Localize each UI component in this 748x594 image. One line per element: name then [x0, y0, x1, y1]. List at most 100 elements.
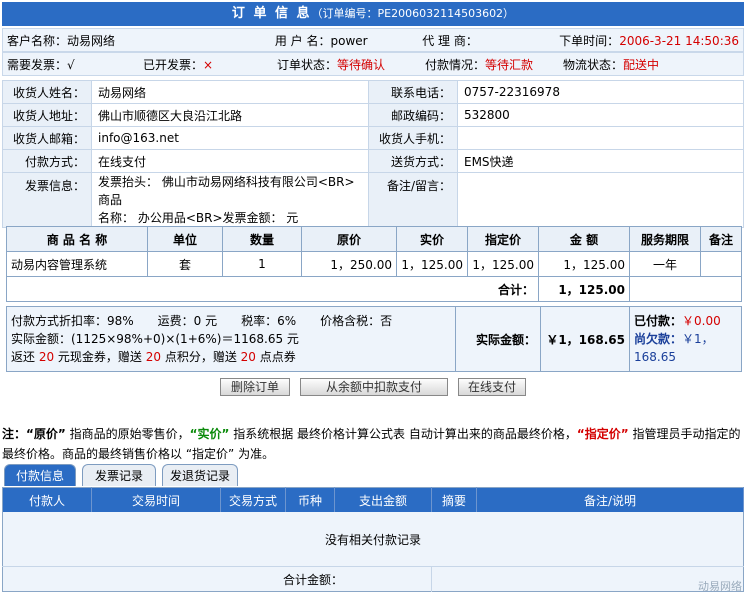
return-points: 20: [145, 350, 162, 364]
delete-order-button[interactable]: 删除订单: [220, 378, 290, 396]
total-row-blank: [629, 276, 742, 302]
online-pay-button[interactable]: 在线支付: [458, 378, 526, 396]
col-payer: 付款人: [2, 487, 92, 512]
owe-label: 尚欠款：: [634, 332, 683, 346]
product-table: 商 品 名 称 单位 数量 原价 实价 指定价 金 额 服务期限 备注 动易内容…: [6, 226, 742, 302]
payment-status-label: 付款情况：: [425, 57, 486, 72]
total-row: 合计： 1，125.00: [6, 276, 742, 302]
shipping-status-label: 物流状态：: [563, 57, 624, 72]
product-amount: 1，125.00: [538, 251, 630, 277]
order-time: 2006-3-21 14:50:36: [619, 33, 739, 48]
zip-label: 邮政编码：: [368, 103, 458, 127]
actual-amount: ￥1，168.65: [540, 306, 630, 372]
col-remark: 备注/说明: [476, 487, 744, 512]
payment-status: 等待汇款: [485, 57, 534, 72]
total-amount: 1，125.00: [538, 276, 630, 302]
order-status-label: 订单状态：: [277, 57, 338, 72]
order-title: 订 单 信 息: [231, 6, 312, 21]
product-table-header: 商 品 名 称 单位 数量 原价 实价 指定价 金 额 服务期限 备注: [6, 226, 742, 252]
note-text-1: 指商品的原始零售价，: [65, 427, 190, 441]
return-cash: 20: [38, 350, 55, 364]
return-text-4: 点点券: [255, 350, 296, 364]
order-title-bar: 订 单 信 息（订单编号：PE2006032114503602）: [2, 2, 744, 26]
return-text-3: 点积分，赠送: [161, 350, 241, 364]
payment-balance: 已付款：￥0.00 尚欠款：￥1，168.65: [629, 306, 742, 372]
total-label: 合计：: [6, 276, 539, 302]
summary-calc: 付款方式折扣率：98% 运费：0 元 税率：6% 价格含税：否 实际金额：(11…: [6, 306, 456, 372]
col-amount: 金 额: [538, 226, 630, 252]
remark-label: 备注/留言：: [368, 172, 458, 228]
customer-label: 客户名称：: [7, 33, 68, 48]
receiver-name-label: 收货人姓名：: [2, 80, 92, 104]
summary-line-1: 付款方式折扣率：98% 运费：0 元 税率：6% 价格含税：否: [11, 314, 393, 328]
pay-method-label: 付款方式：: [2, 149, 92, 173]
receiver-addr-label: 收货人地址：: [2, 103, 92, 127]
product-name: 动易内容管理系统: [6, 251, 148, 277]
product-fixed-price: 1，125.00: [467, 251, 539, 277]
col-qty: 数量: [222, 226, 302, 252]
receiver-name: 动易网络: [91, 80, 369, 104]
paid-amount: ￥0.00: [682, 314, 721, 328]
note-prefix: 注：: [2, 427, 27, 441]
paid-label: 已付款：: [634, 314, 683, 328]
return-coupons: 20: [240, 350, 256, 364]
receiver-info-table: 收货人姓名： 动易网络 联系电话： 0757-22316978 收货人地址： 佛…: [2, 80, 744, 228]
note-orig-price: “原价”: [26, 427, 66, 441]
pay-method: 在线支付: [91, 149, 369, 173]
agent-label: 代 理 商：: [422, 33, 478, 48]
invoice-need-mark: √: [67, 57, 75, 72]
order-time-label: 下单时间：: [559, 33, 620, 48]
note-fixed-price: “指定价”: [576, 427, 629, 441]
product-term: 一年: [629, 251, 701, 277]
payment-total-label: 合计金额：: [2, 566, 432, 592]
user-name: power: [330, 33, 368, 48]
footer-brand: 动易网络: [698, 580, 742, 593]
invoice-info-line-2: 名称： 办公用品<BR>发票金额： 元: [98, 211, 299, 225]
col-term: 服务期限: [629, 226, 701, 252]
ship-method: EMS快递: [457, 149, 744, 173]
col-trade-time: 交易时间: [91, 487, 221, 512]
col-product-name: 商 品 名 称: [6, 226, 148, 252]
tab-payment-info[interactable]: 付款信息: [4, 464, 76, 486]
remark: [457, 172, 744, 228]
payment-total-value: [431, 566, 744, 592]
col-orig-price: 原价: [301, 226, 397, 252]
order-status: 等待确认: [337, 57, 386, 72]
actual-amount-label: 实际金额：: [455, 306, 541, 372]
tab-shipping-records[interactable]: 发退货记录: [162, 464, 238, 486]
price-note: 注：“原价” 指商品的原始零售价，“实价” 指系统根据 最终价格计算公式表 自动…: [2, 424, 744, 464]
table-row: 动易内容管理系统 套 1 1，250.00 1，125.00 1，125.00 …: [6, 251, 742, 277]
shipping-status: 配送中: [623, 57, 660, 72]
product-orig-price: 1，250.00: [301, 251, 397, 277]
product-qty: 1: [222, 251, 302, 277]
col-currency: 币种: [285, 487, 335, 512]
payment-empty-message: 没有相关付款记录: [2, 512, 744, 567]
summary-line-3: 返还 20 元现金券，赠送 20 点积分，赠送 20 点点券: [11, 348, 451, 366]
invoice-info-label: 发票信息：: [2, 172, 92, 228]
product-note: [700, 251, 742, 277]
invoice-issued-mark: ×: [203, 57, 214, 72]
col-amount-out: 支出金额: [334, 487, 432, 512]
order-number: （订单编号：PE2006032114503602）: [311, 7, 515, 20]
customer-name: 动易网络: [67, 33, 116, 48]
col-unit: 单位: [147, 226, 223, 252]
col-fixed-price: 指定价: [467, 226, 539, 252]
note-text-2: 指系统根据 最终价格计算公式表 自动计算出来的商品最终价格，: [229, 427, 577, 441]
phone-label: 联系电话：: [368, 80, 458, 104]
summary-line-2: 实际金额：(1125×98%+0)×(1+6%)＝1168.65 元: [11, 332, 299, 346]
pay-from-balance-button[interactable]: 从余额中扣款支付: [300, 378, 448, 396]
summary-table: 付款方式折扣率：98% 运费：0 元 税率：6% 价格含税：否 实际金额：(11…: [6, 306, 742, 372]
note-real-price: “实价”: [189, 427, 230, 441]
receiver-addr: 佛山市顺德区大良沿江北路: [91, 103, 369, 127]
invoice-info: 发票抬头： 佛山市动易网络科技有限公司<BR>商品 名称： 办公用品<BR>发票金…: [91, 172, 369, 228]
user-label: 用 户 名：: [274, 33, 331, 48]
product-real-price: 1，125.00: [396, 251, 468, 277]
col-note: 备注: [700, 226, 742, 252]
mobile-label: 收货人手机：: [368, 126, 458, 150]
phone: 0757-22316978: [457, 80, 744, 104]
payment-records-table: 付款人 交易时间 交易方式 币种 支出金额 摘要 备注/说明 没有相关付款记录 …: [2, 487, 744, 592]
tab-invoice-records[interactable]: 发票记录: [82, 464, 156, 486]
order-header-row-2: 需要发票：√ 已开发票：× 订单状态：等待确认 付款情况：等待汇款 物流状态：配…: [2, 52, 744, 76]
product-unit: 套: [147, 251, 223, 277]
receiver-email: info@163.net: [91, 126, 369, 150]
